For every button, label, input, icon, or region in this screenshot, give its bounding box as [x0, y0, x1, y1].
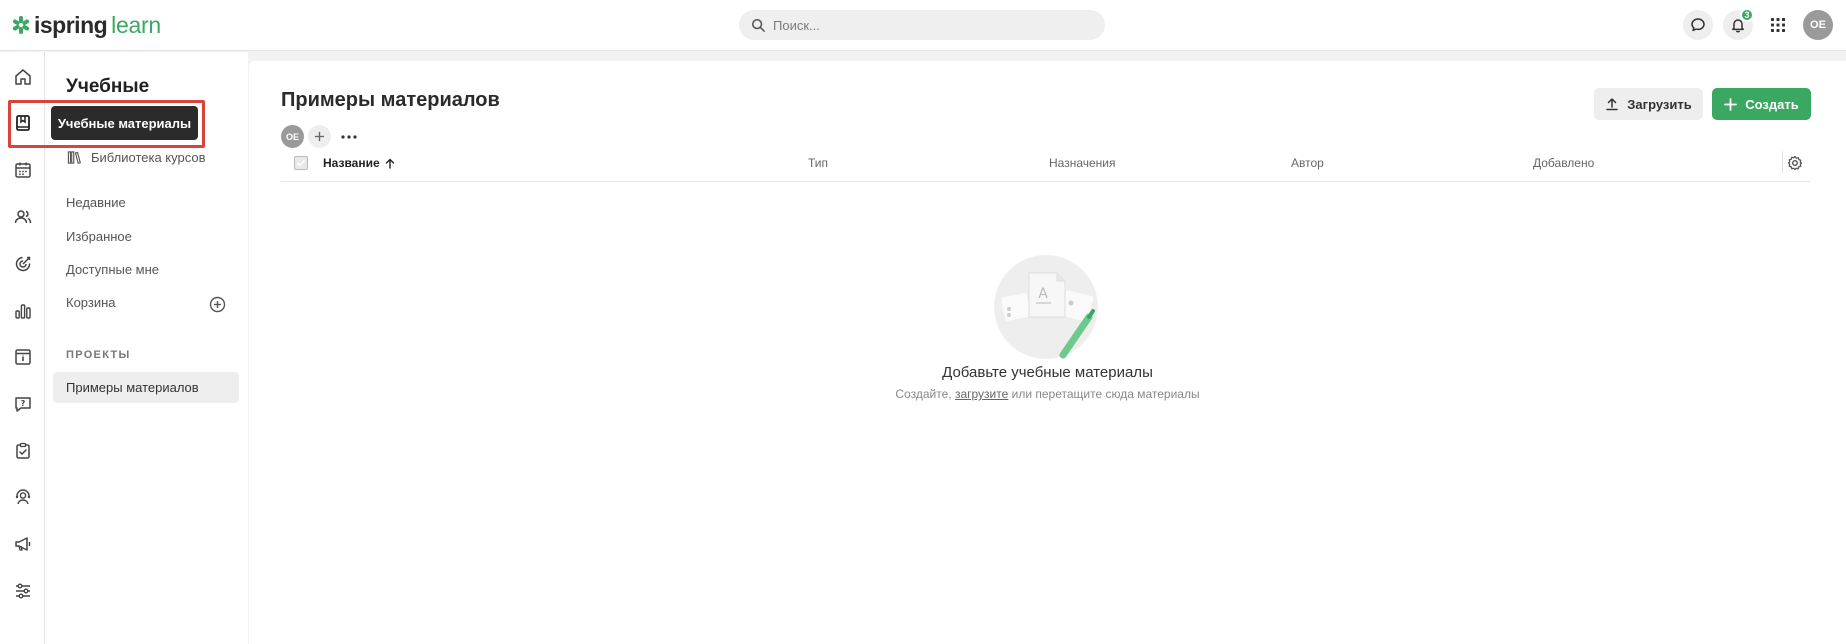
home-icon [14, 69, 31, 85]
search-icon [751, 18, 765, 32]
upload-link[interactable]: загрузите [955, 387, 1008, 401]
headset-person-icon [15, 489, 30, 505]
notifications-button[interactable]: 3 [1723, 8, 1754, 40]
rail-info[interactable] [0, 339, 45, 375]
sidebar-item-recent[interactable]: Недавние [66, 195, 126, 210]
library-books-icon [67, 151, 82, 165]
column-added[interactable]: Добавлено [1533, 156, 1594, 170]
column-author[interactable]: Автор [1291, 156, 1324, 170]
table-header: Название Тип Назначения Автор Добавлено [281, 145, 1811, 182]
grid-apps-icon [1771, 18, 1785, 32]
calendar-icon [14, 162, 31, 178]
target-icon [15, 256, 30, 272]
brand-name-part2: learn [111, 11, 161, 38]
chat-bubble-icon [1691, 18, 1705, 32]
empty-state-title: Добавьте учебные материалы [942, 364, 1153, 381]
main-panel: Примеры материалов OE Загрузить Создать … [249, 61, 1846, 644]
ellipsis-icon [341, 134, 357, 139]
sort-arrow-up-icon [385, 158, 394, 169]
brand-name-part1: ispring [34, 11, 108, 38]
clipboard-check-icon [15, 442, 30, 459]
rail-questions[interactable]: ? [0, 386, 45, 422]
sidebar-project-active[interactable]: Примеры материалов [53, 372, 239, 403]
info-board-icon [14, 349, 31, 365]
megaphone-icon [14, 537, 30, 551]
bar-chart-icon [14, 304, 31, 319]
create-button[interactable]: Создать [1712, 88, 1811, 120]
nav-tooltip: Учебные материалы [51, 106, 198, 140]
svg-text:A: A [1038, 286, 1048, 302]
user-avatar[interactable]: OE [1803, 10, 1833, 40]
upload-icon [1606, 98, 1619, 111]
empty-state-subtitle: Создайте, загрузите или перетащите сюда … [249, 387, 1846, 401]
column-separator [1782, 151, 1783, 173]
plus-icon [1724, 97, 1738, 111]
rail-users[interactable] [0, 199, 45, 235]
project-label: Примеры материалов [66, 380, 199, 395]
rail-announcements[interactable] [0, 526, 45, 562]
nav-rail: ? [0, 52, 45, 644]
sidebar-item-favorites[interactable]: Избранное [66, 229, 132, 244]
sidebar-title: Учебные [66, 76, 150, 97]
create-label: Создать [1745, 96, 1799, 112]
sidebar-item-course-library[interactable]: Библиотека курсов [67, 150, 206, 165]
upload-button[interactable]: Загрузить [1594, 88, 1703, 120]
empty-materials-illustration: A [994, 255, 1098, 359]
brand-logo[interactable]: ispring learn [12, 11, 161, 39]
book-icon [15, 115, 30, 131]
projects-section-label: ПРОЕКТЫ [66, 349, 131, 361]
column-type[interactable]: Тип [808, 156, 828, 170]
section-sidebar: Учебные Библиотека курсов Недавние Избра… [45, 52, 248, 644]
check-icon [296, 159, 306, 167]
sidebar-item-label: Библиотека курсов [91, 150, 206, 165]
search-input[interactable] [773, 17, 1073, 33]
svg-text:?: ? [20, 399, 25, 408]
sliders-icon [15, 583, 30, 599]
apps-menu-button[interactable] [1763, 10, 1793, 40]
sidebar-item-trash[interactable]: Корзина [66, 295, 116, 310]
rail-reports[interactable] [0, 293, 45, 329]
users-icon [14, 210, 31, 224]
upload-label: Загрузить [1627, 96, 1692, 112]
page-title: Примеры материалов [281, 89, 500, 111]
rail-learning-materials[interactable] [0, 105, 45, 141]
search-bar[interactable] [739, 10, 1105, 40]
ispring-logo-icon [12, 16, 30, 34]
empty-sub-prefix: Создайте, [895, 387, 952, 401]
rail-calendar[interactable] [0, 152, 45, 188]
sidebar-item-shared[interactable]: Доступные мне [66, 262, 159, 277]
support-chat-button[interactable] [1683, 10, 1713, 40]
column-settings-gear-icon[interactable] [1787, 155, 1803, 171]
column-name-label: Название [323, 156, 380, 170]
add-project-icon[interactable] [209, 296, 226, 313]
rail-settings[interactable] [0, 573, 45, 609]
rail-support[interactable] [0, 479, 45, 515]
notifications-badge: 3 [1740, 8, 1754, 22]
rail-home[interactable] [0, 59, 45, 95]
top-bar: ispring learn 3 OE [0, 0, 1846, 51]
plus-icon [314, 131, 325, 142]
column-name[interactable]: Название [323, 156, 395, 170]
rail-tasks[interactable] [0, 433, 45, 469]
column-assignments[interactable]: Назначения [1049, 156, 1116, 170]
empty-sub-suffix: или перетащите сюда материалы [1011, 387, 1200, 401]
rail-goals[interactable] [0, 246, 45, 282]
question-bubble-icon: ? [14, 397, 31, 412]
select-all-checkbox[interactable] [294, 156, 308, 170]
